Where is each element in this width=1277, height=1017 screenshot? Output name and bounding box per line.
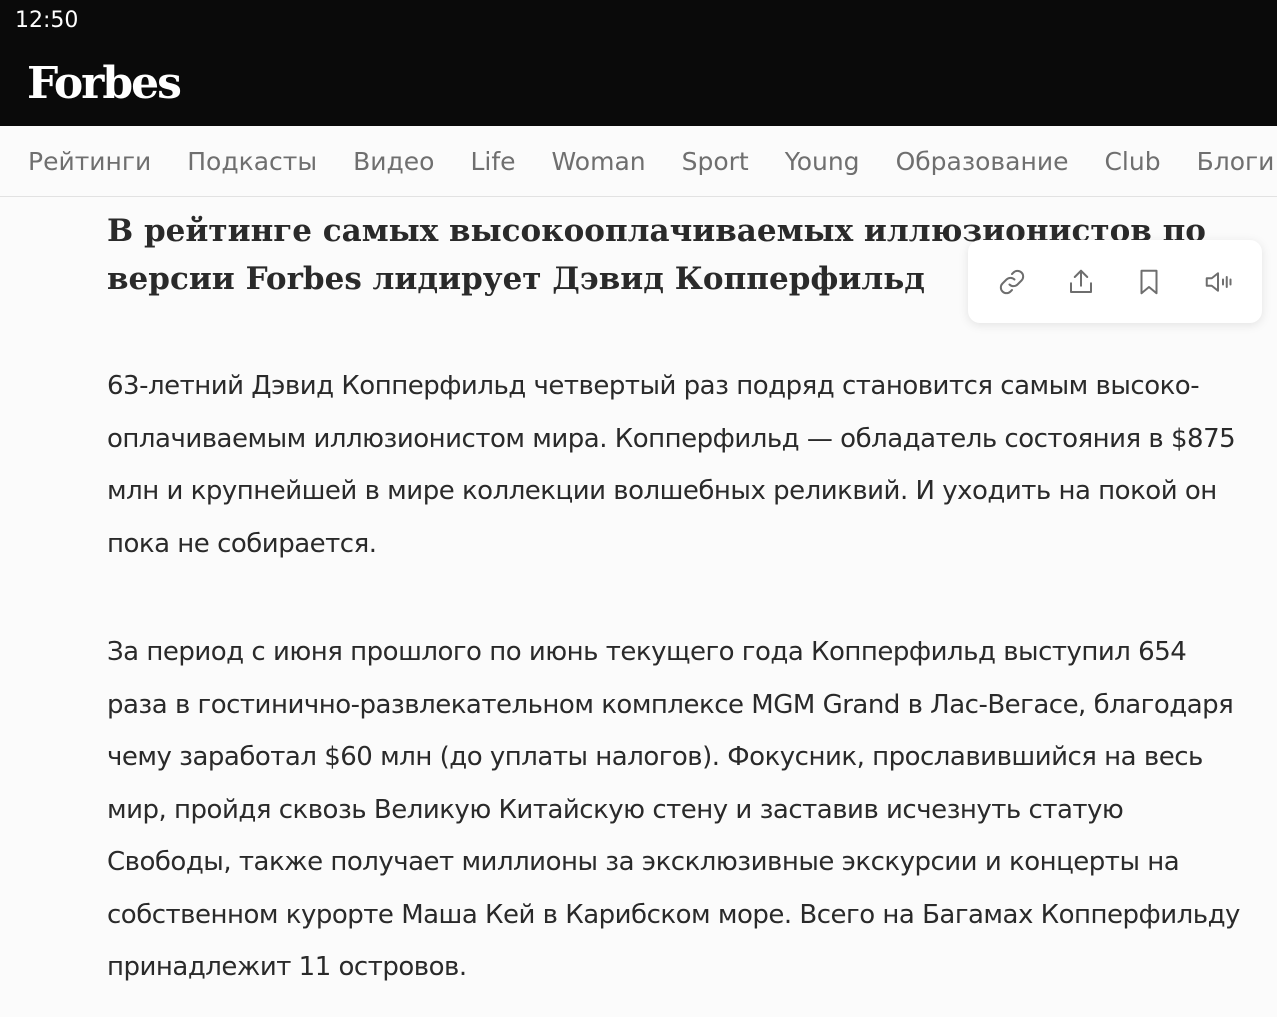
nav-item-ratings[interactable]: Рейтинги bbox=[28, 147, 151, 176]
nav-item-young[interactable]: Young bbox=[785, 147, 860, 176]
nav-item-podcasts[interactable]: Подкасты bbox=[187, 147, 317, 176]
forbes-logo[interactable]: Forbes bbox=[27, 58, 182, 109]
bookmark-icon bbox=[1140, 269, 1158, 294]
article-paragraph: За период с июня прошлого по июнь текуще… bbox=[107, 637, 1240, 982]
copy-link-button[interactable] bbox=[987, 257, 1037, 307]
listen-button[interactable] bbox=[1193, 257, 1243, 307]
article-action-toolbar bbox=[968, 240, 1262, 323]
nav-item-life[interactable]: Life bbox=[470, 147, 515, 176]
share-button[interactable] bbox=[1056, 257, 1106, 307]
nav-item-video[interactable]: Видео bbox=[353, 147, 434, 176]
bookmark-button[interactable] bbox=[1124, 257, 1174, 307]
audio-icon bbox=[1205, 271, 1232, 292]
site-header: Forbes bbox=[0, 44, 1277, 126]
link-icon bbox=[1000, 269, 1025, 294]
top-nav: Рейтинги Подкасты Видео Life Woman Sport… bbox=[0, 126, 1277, 197]
status-bar: 12:50 bbox=[0, 0, 1277, 44]
nav-item-sport[interactable]: Sport bbox=[682, 147, 749, 176]
status-time: 12:50 bbox=[15, 8, 79, 33]
share-icon bbox=[1069, 269, 1092, 293]
nav-item-club[interactable]: Club bbox=[1104, 147, 1160, 176]
nav-item-education[interactable]: Образование bbox=[896, 147, 1069, 176]
nav-item-woman[interactable]: Woman bbox=[552, 147, 646, 176]
nav-item-blogs[interactable]: Блоги bbox=[1197, 147, 1275, 176]
article-paragraph: 63-летний Дэвид Копперфильд четвертый ра… bbox=[107, 371, 1236, 559]
